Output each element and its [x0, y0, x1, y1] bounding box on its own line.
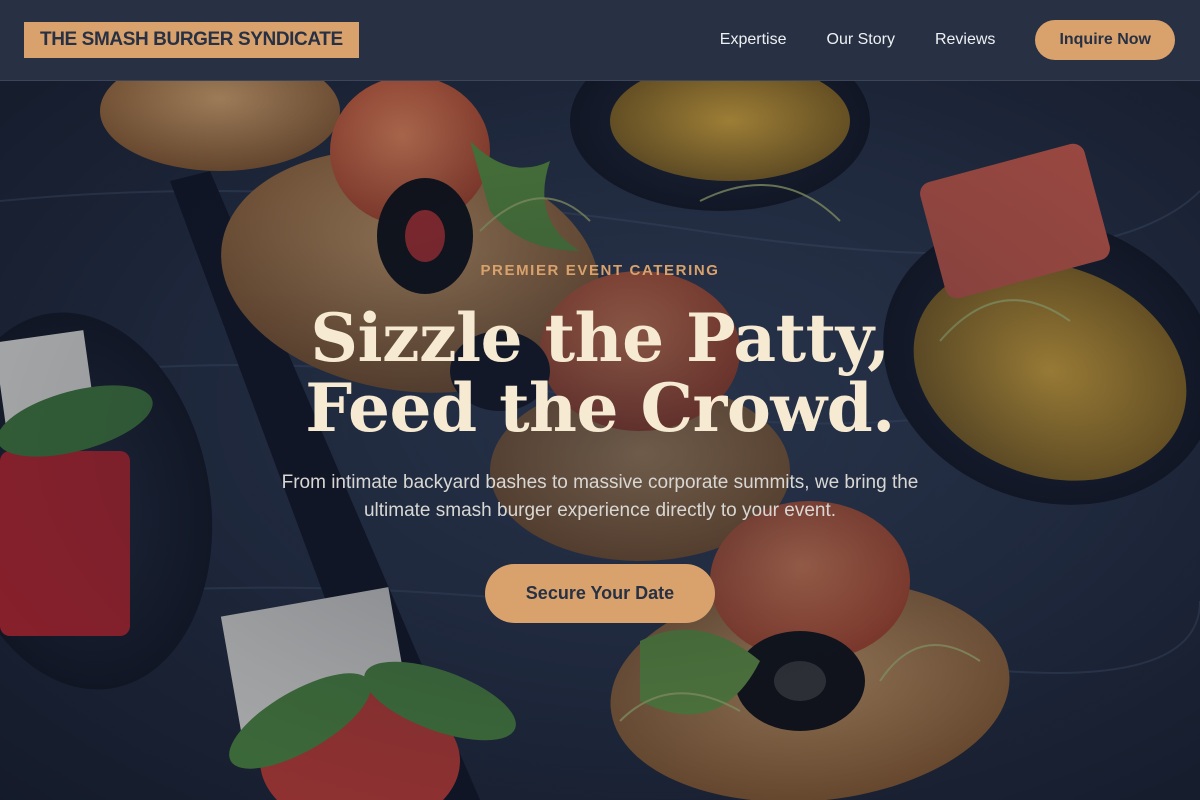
- headline-line-1: Sizzle the Patty,: [310, 299, 890, 377]
- brand-logo[interactable]: THE SMASH BURGER SYNDICATE: [24, 22, 359, 58]
- hero-eyebrow: PREMIER EVENT CATERING: [480, 262, 720, 279]
- site-header: THE SMASH BURGER SYNDICATE Expertise Our…: [0, 0, 1200, 81]
- hero-section: PREMIER EVENT CATERING Sizzle the Patty,…: [0, 81, 1200, 800]
- nav-link-reviews[interactable]: Reviews: [935, 31, 995, 49]
- secure-your-date-button[interactable]: Secure Your Date: [485, 564, 715, 623]
- headline-line-2: Feed the Crowd.: [305, 369, 895, 447]
- nav-link-expertise[interactable]: Expertise: [720, 31, 787, 49]
- main-nav: Expertise Our Story Reviews Inquire Now: [720, 20, 1176, 60]
- inquire-now-button[interactable]: Inquire Now: [1035, 20, 1175, 60]
- nav-link-our-story[interactable]: Our Story: [827, 31, 895, 49]
- hero-subtext: From intimate backyard bashes to massive…: [281, 472, 919, 521]
- hero-headline: Sizzle the Patty, Feed the Crowd.: [0, 303, 1200, 443]
